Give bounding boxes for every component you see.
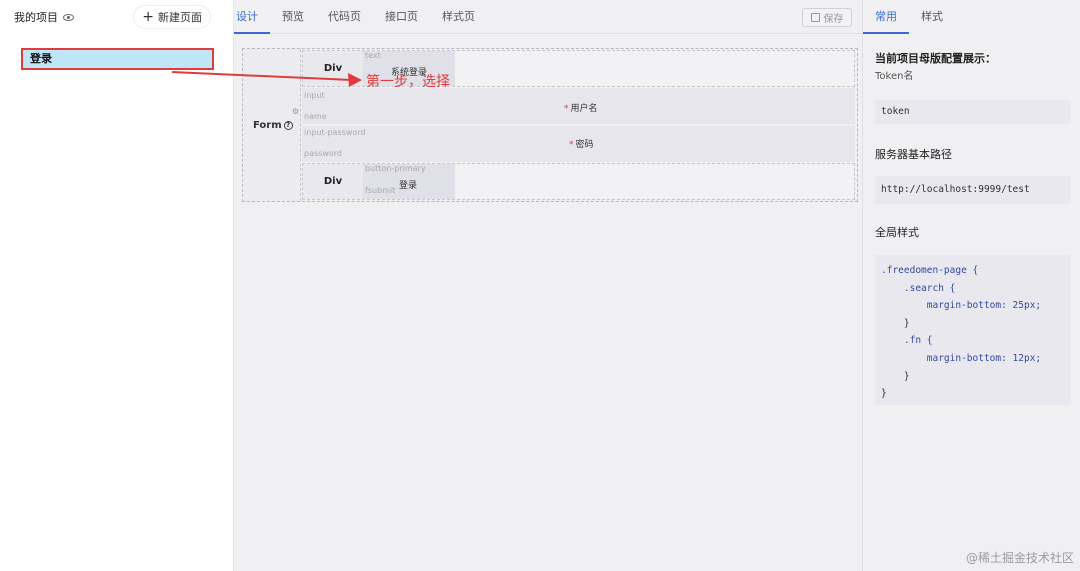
- code-line: .fn {: [881, 335, 933, 347]
- save-button[interactable]: 保存: [802, 8, 852, 27]
- tab-style[interactable]: 样式页: [430, 0, 487, 34]
- code-line: }: [881, 317, 910, 329]
- tab-design[interactable]: 设计: [234, 0, 270, 34]
- watermark: @稀土掘金技术社区: [965, 551, 1074, 565]
- button-component[interactable]: button-primary fsubmit 登录: [363, 164, 455, 199]
- div-label: Div: [303, 164, 363, 199]
- code-line: .freedomen-page {: [881, 265, 979, 276]
- input-row-username[interactable]: input name * 用户名: [302, 88, 855, 124]
- project-title-text: 我的项目: [14, 11, 58, 24]
- login-button-text: 登录: [399, 181, 418, 191]
- eye-icon[interactable]: [63, 13, 74, 21]
- design-area: 设计 预览 代码页 接口页 样式页 保存 ⚙ Form ? Div text 系…: [234, 0, 862, 571]
- type-hint: input: [304, 91, 325, 100]
- name-hint: fsubmit: [365, 186, 396, 195]
- base-path-value: http://localhost:9999/test: [875, 176, 1071, 204]
- tab-common[interactable]: 常用: [863, 0, 909, 34]
- global-style-code: .freedomen-page { .search { margin-botto…: [875, 255, 1071, 405]
- form-label: Form ?: [253, 120, 293, 131]
- code-line: .search {: [881, 282, 956, 294]
- form-component[interactable]: ⚙ Form ?: [243, 49, 301, 201]
- base-path-label: 服务器基本路径: [875, 148, 952, 161]
- code-line: margin-bottom: 12px;: [881, 352, 1042, 364]
- code-line: }: [881, 388, 887, 400]
- code-line: margin-bottom: 25px;: [881, 300, 1042, 312]
- input-row-password[interactable]: input-password password * 密码: [302, 126, 855, 162]
- main-tabs: 设计 预览 代码页 接口页 样式页 保存: [234, 0, 862, 34]
- tab-code[interactable]: 代码页: [316, 0, 373, 34]
- sidebar: 我的项目 + 新建页面 登录: [0, 0, 234, 571]
- panel-tabs: 常用 样式: [863, 0, 1080, 34]
- save-label: 保存: [823, 14, 844, 25]
- save-icon: [810, 13, 820, 22]
- code-line: }: [881, 370, 910, 382]
- password-label: * 密码: [569, 140, 594, 150]
- tab-style-panel[interactable]: 样式: [909, 0, 955, 34]
- sidebar-header: 我的项目 + 新建页面: [0, 0, 233, 34]
- type-hint: input-password: [304, 128, 366, 137]
- name-hint: password: [304, 149, 342, 158]
- username-label: * 用户名: [564, 104, 598, 114]
- properties-panel: 常用 样式 当前项目母版配置展示： Token名 token 服务器基本路径 h…: [862, 0, 1080, 571]
- plus-icon: +: [142, 9, 154, 25]
- project-title: 我的项目: [14, 9, 74, 25]
- global-style-label: 全局样式: [875, 226, 919, 239]
- tab-api[interactable]: 接口页: [373, 0, 430, 34]
- section-title: 当前项目母版配置展示：: [875, 52, 996, 65]
- question-icon[interactable]: ?: [283, 121, 293, 130]
- new-page-button[interactable]: + 新建页面: [133, 5, 211, 29]
- annotation-text: 第一步，选择: [366, 74, 450, 90]
- type-hint: button-primary: [365, 164, 426, 173]
- type-hint: text: [365, 51, 381, 60]
- form-canvas[interactable]: ⚙ Form ? Div text 系统登录 input name * 用户名 i…: [242, 48, 858, 202]
- new-page-label: 新建页面: [158, 11, 202, 24]
- token-label: Token名: [875, 71, 914, 82]
- gear-icon[interactable]: ⚙: [292, 107, 299, 116]
- div-row-submit[interactable]: Div button-primary fsubmit 登录: [302, 163, 855, 200]
- name-hint: name: [304, 112, 327, 121]
- div-label: Div: [303, 51, 363, 86]
- page-item-login[interactable]: 登录: [21, 48, 214, 70]
- token-value: token: [875, 100, 1071, 124]
- tab-preview[interactable]: 预览: [270, 0, 316, 34]
- form-label-text: Form: [253, 120, 282, 131]
